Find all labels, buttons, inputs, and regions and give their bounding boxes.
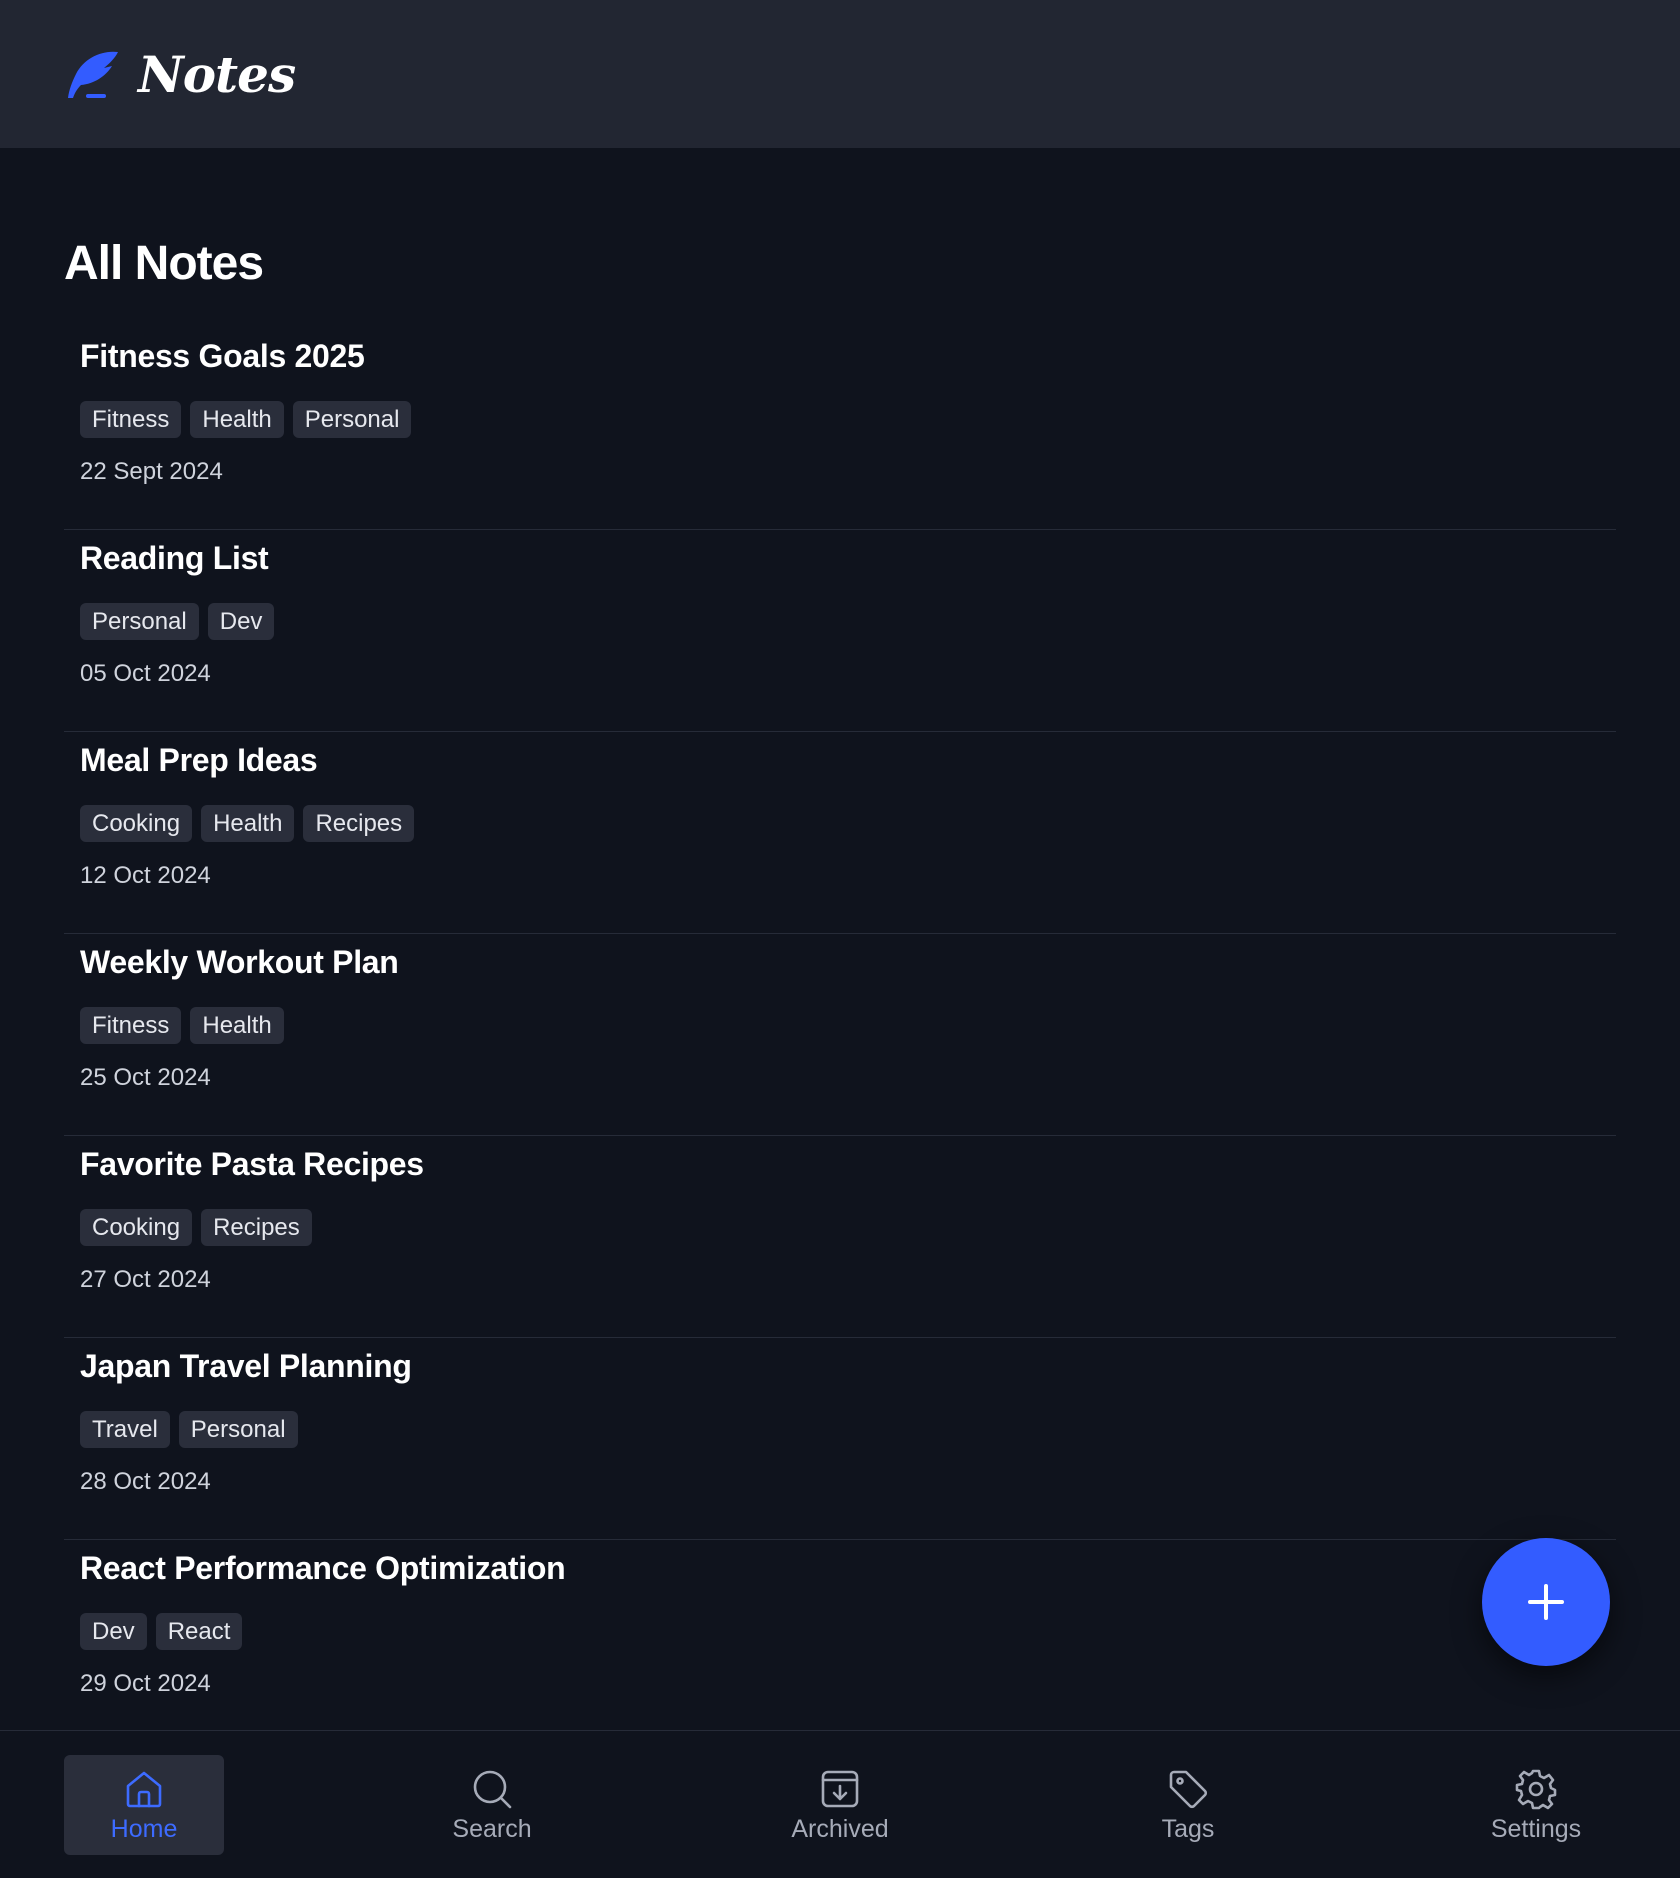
app-name: Notes xyxy=(138,44,296,104)
note-date: 25 Oct 2024 xyxy=(80,1064,211,1091)
note-tag: Health xyxy=(201,805,295,842)
search-icon xyxy=(473,1770,512,1808)
note-tags: Fitness Health xyxy=(80,1007,284,1044)
note-title: Favorite Pasta Recipes xyxy=(80,1146,424,1182)
notes-main: All Notes Fitness Goals 2025 Fitness Hea… xyxy=(64,148,1616,1730)
note-tags: Dev React xyxy=(80,1613,243,1650)
note-list-item[interactable]: Favorite Pasta Recipes Cooking Recipes 2… xyxy=(64,1136,1616,1338)
note-date: 28 Oct 2024 xyxy=(80,1468,211,1495)
note-title: Reading List xyxy=(80,540,269,576)
note-tag: Dev xyxy=(80,1613,147,1650)
nav-item-home[interactable]: Home xyxy=(64,1755,224,1855)
feather-logo-icon xyxy=(68,51,118,98)
note-title: Japan Travel Planning xyxy=(80,1348,412,1384)
note-tags: Fitness Health Personal xyxy=(80,401,412,438)
note-tag: Health xyxy=(190,1007,284,1044)
note-tag: Health xyxy=(190,401,284,438)
note-tag: React xyxy=(155,1613,243,1650)
note-tag: Dev xyxy=(207,603,275,640)
plus-icon xyxy=(1528,1584,1564,1620)
note-tags: Travel Personal xyxy=(80,1411,298,1448)
app-logo[interactable]: Notes xyxy=(64,44,296,104)
note-tag: Personal xyxy=(178,1411,298,1448)
note-tags: Cooking Recipes xyxy=(80,1209,312,1246)
nav-label: Tags xyxy=(1161,1814,1215,1843)
note-list-item[interactable]: Fitness Goals 2025 Fitness Health Person… xyxy=(64,328,1616,530)
note-tags: Personal Dev xyxy=(80,603,275,640)
nav-item-archived[interactable]: Archived xyxy=(760,1755,920,1855)
note-tag: Fitness xyxy=(80,1007,182,1044)
note-list-item[interactable]: Meal Prep Ideas Cooking Health Recipes 1… xyxy=(64,732,1616,934)
home-icon xyxy=(126,1771,162,1807)
nav-label: Settings xyxy=(1490,1814,1582,1843)
nav-label: Archived xyxy=(791,1814,889,1843)
note-list-item[interactable]: Weekly Workout Plan Fitness Health 25 Oc… xyxy=(64,934,1616,1136)
note-title: Fitness Goals 2025 xyxy=(80,338,365,374)
note-tag: Fitness xyxy=(80,401,182,438)
nav-label: Search xyxy=(452,1814,532,1843)
notes-list: Fitness Goals 2025 Fitness Health Person… xyxy=(64,328,1616,1730)
note-tag: Cooking xyxy=(80,1209,193,1246)
app-header: Notes xyxy=(0,0,1680,148)
note-tag: Personal xyxy=(80,603,199,640)
note-date: 29 Oct 2024 xyxy=(80,1670,211,1697)
nav-item-settings[interactable]: Settings xyxy=(1456,1755,1616,1855)
note-list-item[interactable]: Japan Travel Planning Travel Personal 28… xyxy=(64,1338,1616,1540)
nav-item-search[interactable]: Search xyxy=(412,1755,572,1855)
tag-icon xyxy=(1169,1770,1208,1808)
note-tag: Travel xyxy=(80,1411,170,1448)
note-title: Weekly Workout Plan xyxy=(80,944,399,980)
note-tag: Cooking xyxy=(80,805,193,842)
note-tag: Recipes xyxy=(303,805,415,842)
note-date: 05 Oct 2024 xyxy=(80,660,211,687)
note-date: 27 Oct 2024 xyxy=(80,1266,211,1293)
settings-icon xyxy=(1515,1769,1557,1809)
bottom-nav: Home Search Archived Tags Settings xyxy=(0,1730,1680,1878)
note-list-item[interactable]: React Performance Optimization Dev React… xyxy=(64,1540,1616,1730)
note-date: 22 Sept 2024 xyxy=(80,458,223,485)
note-tag: Personal xyxy=(292,401,412,438)
note-title: React Performance Optimization xyxy=(80,1550,566,1586)
note-date: 12 Oct 2024 xyxy=(80,862,211,889)
archive-icon xyxy=(821,1770,859,1807)
page-title: All Notes xyxy=(64,237,264,290)
nav-label: Home xyxy=(110,1814,178,1843)
note-tags: Cooking Health Recipes xyxy=(80,805,415,842)
nav-item-tags[interactable]: Tags xyxy=(1108,1755,1268,1855)
note-list-item[interactable]: Reading List Personal Dev 05 Oct 2024 xyxy=(64,530,1616,732)
create-note-button[interactable] xyxy=(1482,1538,1610,1666)
note-title: Meal Prep Ideas xyxy=(80,742,318,778)
note-tag: Recipes xyxy=(201,1209,312,1246)
